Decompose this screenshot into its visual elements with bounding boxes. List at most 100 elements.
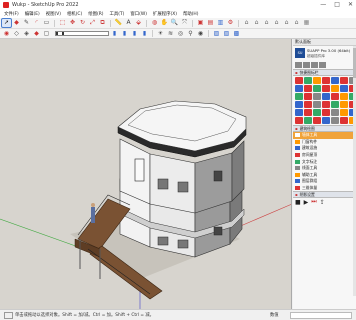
help-icon[interactable] bbox=[319, 62, 326, 68]
quick-icon[interactable] bbox=[313, 85, 321, 92]
quick-icon[interactable] bbox=[304, 117, 312, 124]
quick-icon[interactable] bbox=[304, 93, 312, 100]
look-around-icon[interactable]: ◉ bbox=[196, 30, 205, 38]
quick-icon[interactable] bbox=[331, 117, 339, 124]
measurements-input[interactable] bbox=[290, 312, 352, 319]
step-icon[interactable]: ⏭ bbox=[311, 198, 316, 206]
section-quick-icons[interactable]: ▪ 快捷图标栏 bbox=[293, 69, 356, 76]
quick-icon[interactable] bbox=[295, 117, 303, 124]
quick-icon[interactable] bbox=[304, 85, 312, 92]
search-icon[interactable] bbox=[311, 62, 318, 68]
quick-icon[interactable] bbox=[340, 93, 348, 100]
menu-help[interactable]: 帮助(H) bbox=[183, 11, 199, 17]
scale-tool-icon[interactable]: ⤢ bbox=[88, 19, 97, 27]
list-item[interactable]: 建筑设施 bbox=[293, 145, 356, 152]
sandbox-icon[interactable]: ▨ bbox=[212, 30, 221, 38]
quick-icon[interactable] bbox=[313, 77, 321, 84]
play-icon[interactable]: ▶ bbox=[304, 199, 309, 206]
section-fill-icon[interactable]: ▮ bbox=[140, 30, 149, 38]
quick-icon[interactable] bbox=[295, 77, 303, 84]
menu-camera[interactable]: 相机(C) bbox=[67, 11, 82, 17]
back-view-icon[interactable]: ⌂ bbox=[282, 19, 291, 27]
quick-icon[interactable] bbox=[313, 117, 321, 124]
list-item[interactable]: 门窗构件 bbox=[293, 139, 356, 146]
menu-view[interactable]: 视图(V) bbox=[46, 11, 61, 17]
arc-tool-icon[interactable]: ◜ bbox=[32, 19, 41, 27]
quick-icon[interactable] bbox=[322, 85, 330, 92]
quick-icon[interactable] bbox=[331, 77, 339, 84]
list-item[interactable]: 线面工具 bbox=[293, 165, 356, 172]
home-icon[interactable] bbox=[295, 62, 302, 68]
quick-icon[interactable] bbox=[304, 77, 312, 84]
fog-icon[interactable]: ≋ bbox=[166, 30, 175, 38]
section-plane-icon[interactable]: ▮ bbox=[110, 30, 119, 38]
quick-icon[interactable] bbox=[295, 85, 303, 92]
quick-icon[interactable] bbox=[340, 77, 348, 84]
list-item[interactable]: 图层群组 bbox=[293, 178, 356, 185]
quick-icon[interactable] bbox=[340, 109, 348, 116]
quick-icon[interactable] bbox=[295, 93, 303, 100]
list-item[interactable]: 房间屋顶 bbox=[293, 152, 356, 159]
minimize-button[interactable]: — bbox=[320, 1, 326, 8]
quick-icon[interactable] bbox=[295, 109, 303, 116]
walk-icon[interactable]: ⚲ bbox=[186, 30, 195, 38]
list-item[interactable]: 三维体量 bbox=[293, 185, 356, 192]
quick-icon[interactable] bbox=[331, 93, 339, 100]
maximize-button[interactable]: □ bbox=[334, 1, 340, 8]
left-view-icon[interactable]: ⌂ bbox=[292, 19, 301, 27]
text-tool-icon[interactable]: A bbox=[124, 19, 133, 27]
quick-icon[interactable] bbox=[322, 117, 330, 124]
rotate-tool-icon[interactable]: ↻ bbox=[78, 19, 87, 27]
paint-bucket-icon[interactable]: ⬙ bbox=[134, 19, 143, 27]
quick-icon[interactable] bbox=[331, 101, 339, 108]
quick-icon[interactable] bbox=[331, 85, 339, 92]
section-shadow[interactable]: ▪ 阴影设置 bbox=[293, 191, 356, 199]
shaded-icon[interactable]: ◆ bbox=[32, 30, 41, 38]
solid-tools-icon[interactable]: ▧ bbox=[222, 30, 231, 38]
tape-measure-icon[interactable]: 📏 bbox=[114, 19, 123, 27]
xray-icon[interactable]: ▦ bbox=[302, 19, 311, 27]
list-item[interactable]: 文字标注 bbox=[293, 158, 356, 165]
menu-edit[interactable]: 编辑(E) bbox=[25, 11, 40, 17]
front-view-icon[interactable]: ⌂ bbox=[262, 19, 271, 27]
iso-view-icon[interactable]: ⌂ bbox=[242, 19, 251, 27]
rectangle-tool-icon[interactable]: ▭ bbox=[42, 19, 51, 27]
quick-icon[interactable] bbox=[322, 77, 330, 84]
follow-me-icon[interactable]: ▩ bbox=[232, 30, 241, 38]
info-icon[interactable] bbox=[4, 311, 13, 319]
textured-icon[interactable]: ▢ bbox=[42, 30, 51, 38]
zoom-extents-icon[interactable]: ⤧ bbox=[180, 19, 189, 27]
menu-draw[interactable]: 绘图(R) bbox=[88, 11, 103, 17]
move-tool-icon[interactable]: ✥ bbox=[68, 19, 77, 27]
right-view-icon[interactable]: ⌂ bbox=[272, 19, 281, 27]
warehouse-icon[interactable]: ▣ bbox=[196, 19, 205, 27]
offset-tool-icon[interactable]: ⧉ bbox=[98, 19, 107, 27]
quick-icon[interactable] bbox=[340, 117, 348, 124]
settings-icon[interactable] bbox=[303, 62, 310, 68]
section-architecture[interactable]: ▪ 建筑绘图 bbox=[293, 125, 356, 132]
select-tool-icon[interactable]: ➚ bbox=[1, 18, 12, 28]
quick-icon[interactable] bbox=[304, 109, 312, 116]
model-canvas[interactable] bbox=[0, 39, 292, 309]
quick-icon[interactable] bbox=[340, 101, 348, 108]
hidden-line-icon[interactable]: ◈ bbox=[22, 30, 31, 38]
pan-tool-icon[interactable]: ✋ bbox=[160, 19, 169, 27]
menu-extensions[interactable]: 扩展程序(X) bbox=[153, 11, 177, 17]
camera-icon[interactable]: ◎ bbox=[176, 30, 185, 38]
line-tool-icon[interactable]: ✎ bbox=[22, 19, 31, 27]
quick-icon[interactable] bbox=[304, 101, 312, 108]
list-item[interactable]: 墙体工具 bbox=[293, 132, 356, 139]
wireframe-icon[interactable]: ◇ bbox=[12, 30, 21, 38]
section-display-icon[interactable]: ▮ bbox=[120, 30, 129, 38]
menu-window[interactable]: 窗口(W) bbox=[130, 11, 147, 17]
quick-icon[interactable] bbox=[313, 93, 321, 100]
quick-icon[interactable] bbox=[322, 101, 330, 108]
list-item[interactable]: 辅助工具 bbox=[293, 172, 356, 179]
eraser-tool-icon[interactable]: ◆ bbox=[12, 19, 21, 27]
quick-icon[interactable] bbox=[340, 85, 348, 92]
quick-icon[interactable] bbox=[313, 101, 321, 108]
layout-icon[interactable]: ▥ bbox=[216, 19, 225, 27]
extension-manager-icon[interactable]: ⚙ bbox=[226, 19, 235, 27]
menu-file[interactable]: 文件(F) bbox=[4, 11, 19, 17]
orbit-tool-icon[interactable]: ◍ bbox=[150, 19, 159, 27]
